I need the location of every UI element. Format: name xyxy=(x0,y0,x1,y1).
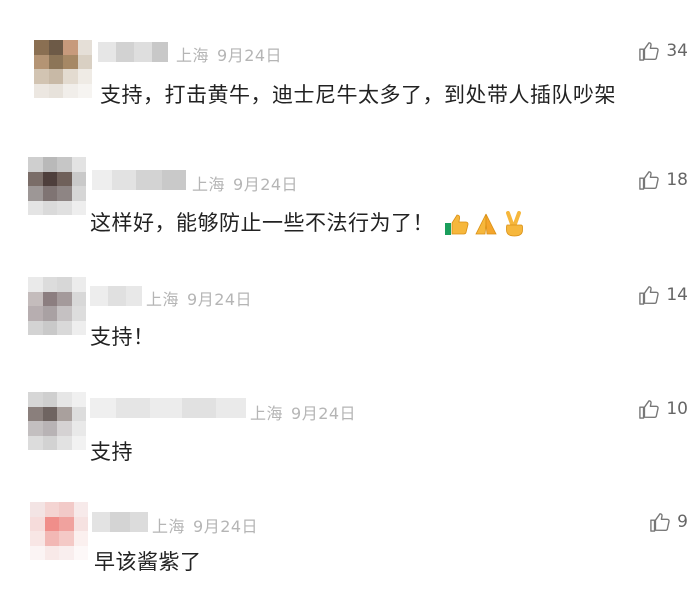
like-button[interactable]: 9 xyxy=(649,512,688,532)
comment-location: 上海 xyxy=(192,175,226,194)
comment-meta: 上海 9月24日 xyxy=(152,513,258,537)
comment-text: 早该酱紫了 xyxy=(94,550,202,574)
like-count: 34 xyxy=(666,41,688,61)
folded-hands-icon xyxy=(475,213,497,235)
thumbs-up-icon xyxy=(445,214,469,235)
username-blurred[interactable] xyxy=(92,170,186,190)
comment-location: 上海 xyxy=(146,290,180,309)
username-blurred[interactable] xyxy=(90,286,142,306)
thumbs-up-icon xyxy=(639,400,660,419)
comment-location: 上海 xyxy=(152,517,186,536)
like-count: 14 xyxy=(666,285,688,305)
like-count: 9 xyxy=(677,512,688,532)
thumbs-up-icon xyxy=(639,171,660,190)
avatar[interactable] xyxy=(28,277,86,335)
comment-meta: 上海 9月24日 xyxy=(176,42,282,66)
avatar[interactable] xyxy=(34,40,92,98)
thumbs-up-icon xyxy=(639,286,660,305)
comment-text: 支持，打击黄牛，迪士尼牛太多了，到处带人插队吵架 xyxy=(100,83,616,107)
comment-meta: 上海 9月24日 xyxy=(250,400,356,424)
victory-hand-icon xyxy=(506,211,524,237)
comment-date: 9月24日 xyxy=(217,46,283,65)
username-blurred[interactable] xyxy=(92,512,148,532)
comment-meta: 上海 9月24日 xyxy=(192,171,298,195)
comment-meta: 上海 9月24日 xyxy=(146,286,252,310)
comment-date: 9月24日 xyxy=(193,517,259,536)
thumbs-up-icon xyxy=(650,513,670,532)
comment-date: 9月24日 xyxy=(233,175,299,194)
like-button[interactable]: 14 xyxy=(638,285,688,305)
avatar[interactable] xyxy=(28,157,86,215)
like-button[interactable]: 10 xyxy=(638,399,688,419)
username-blurred[interactable] xyxy=(90,398,246,418)
avatar[interactable] xyxy=(30,502,88,560)
thumbs-up-icon xyxy=(639,42,660,61)
username-blurred[interactable] xyxy=(98,42,168,62)
comment-text: 支持 xyxy=(90,440,133,464)
like-button[interactable]: 18 xyxy=(638,170,688,190)
comment-text: 这样好，能够防止一些不法行为了！ xyxy=(90,207,526,237)
comment-text-body: 这样好，能够防止一些不法行为了！ xyxy=(90,211,434,235)
comment-date: 9月24日 xyxy=(187,290,253,309)
comment-location: 上海 xyxy=(176,46,210,65)
like-button[interactable]: 34 xyxy=(638,41,688,61)
like-count: 18 xyxy=(666,170,688,190)
like-count: 10 xyxy=(666,399,688,419)
comment-location: 上海 xyxy=(250,404,284,423)
comment-date: 9月24日 xyxy=(291,404,357,423)
avatar[interactable] xyxy=(28,392,86,450)
comment-text: 支持！ xyxy=(90,325,155,349)
